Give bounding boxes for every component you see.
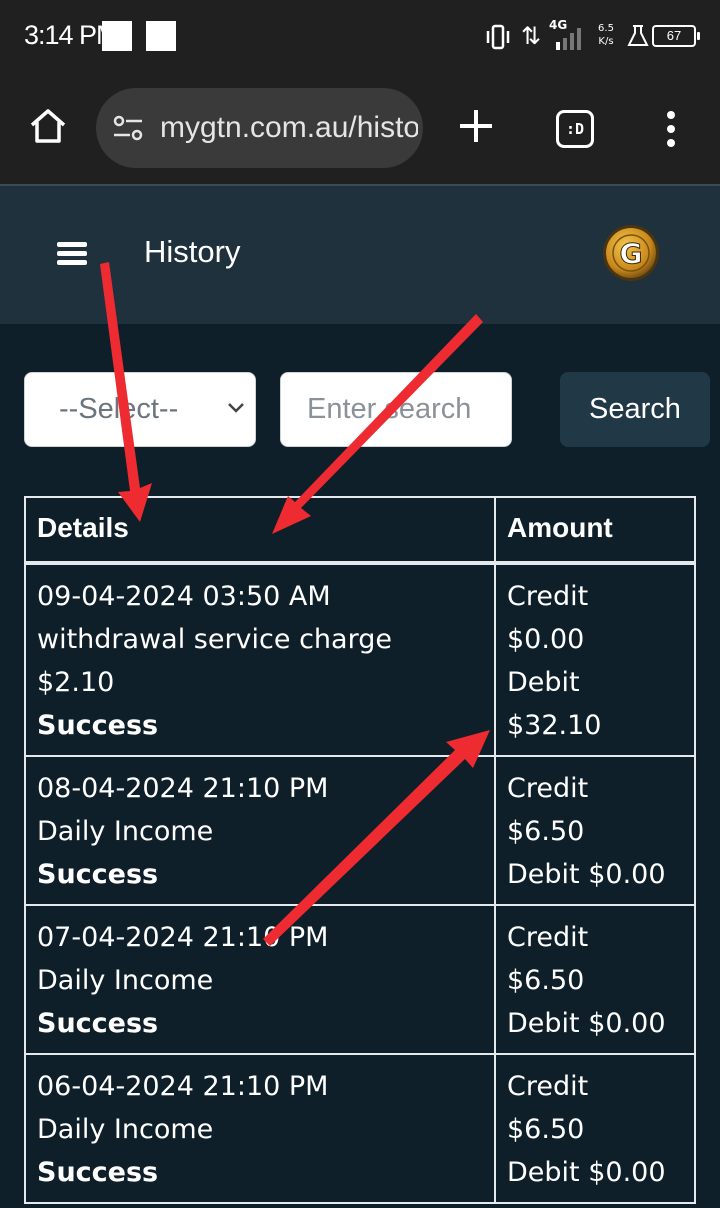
transaction-status: Success — [37, 859, 159, 890]
amount-line: $32.10 — [507, 710, 602, 741]
amount-line: Credit — [507, 773, 589, 804]
transaction-description: Daily Income — [37, 1114, 214, 1145]
url-text[interactable]: mygtn.com.au/history — [160, 111, 418, 145]
svg-text:G: G — [620, 237, 643, 270]
amount-line: $0.00 — [507, 624, 585, 655]
transaction-status: Success — [37, 710, 159, 741]
site-settings-icon[interactable] — [112, 114, 144, 142]
transaction-datetime: 08-04-2024 21:10 PM — [37, 773, 329, 804]
amount-line: $6.50 — [507, 1114, 585, 1145]
amount-cell: Credit $0.00 Debit $32.10 — [494, 562, 696, 757]
transaction-status: Success — [37, 1008, 159, 1039]
transaction-description: withdrawal service charge — [37, 624, 392, 655]
amount-line: $6.50 — [507, 965, 585, 996]
transaction-description: Daily Income — [37, 965, 214, 996]
transaction-datetime: 09-04-2024 03:50 AM — [37, 581, 331, 612]
status-bar: 3:14 PM ⇅ 4G 6.5 K/s 67 — [0, 0, 720, 76]
transaction-status: Success — [37, 1157, 159, 1188]
amount-line: Debit $0.00 — [507, 859, 666, 890]
table-row: 08-04-2024 21:10 PM Daily Income Success… — [24, 755, 696, 906]
transaction-extra: $2.10 — [37, 667, 115, 698]
page-title: History — [144, 234, 241, 269]
transaction-description: Daily Income — [37, 816, 214, 847]
amount-cell: Credit $6.50 Debit $0.00 — [494, 1053, 696, 1204]
table-row: 07-04-2024 21:10 PM Daily Income Success… — [24, 904, 696, 1055]
signal-icon — [556, 28, 581, 50]
table-row: 09-04-2024 03:50 AM withdrawal service c… — [24, 562, 696, 757]
notification-icon — [102, 21, 132, 51]
select-value: --Select-- — [59, 393, 179, 425]
amount-cell: Credit $6.50 Debit $0.00 — [494, 904, 696, 1055]
tab-switcher-button[interactable]: :D — [556, 110, 594, 148]
new-tab-icon[interactable] — [456, 106, 496, 146]
amount-line: Credit — [507, 581, 589, 612]
flask-icon — [627, 25, 649, 46]
data-transfer-icon: ⇅ — [521, 22, 542, 50]
type-select[interactable]: --Select-- — [24, 372, 256, 447]
net-speed: 6.5 K/s — [598, 23, 614, 47]
amount-line: Debit — [507, 667, 580, 698]
hamburger-menu-icon[interactable] — [57, 242, 87, 266]
notification-icon — [146, 21, 176, 51]
amount-line: Credit — [507, 1071, 589, 1102]
details-cell: 08-04-2024 21:10 PM Daily Income Success — [24, 755, 496, 906]
details-cell: 09-04-2024 03:50 AM withdrawal service c… — [24, 562, 496, 757]
transaction-datetime: 07-04-2024 21:10 PM — [37, 922, 329, 953]
column-header-amount: Amount — [494, 496, 696, 564]
details-cell: 06-04-2024 21:10 PM Daily Income Success — [24, 1053, 496, 1204]
search-input[interactable] — [280, 372, 512, 447]
chevron-down-icon — [228, 403, 244, 413]
column-header-details: Details — [24, 496, 496, 564]
amount-cell: Credit $6.50 Debit $0.00 — [494, 755, 696, 906]
transaction-datetime: 06-04-2024 21:10 PM — [37, 1071, 329, 1102]
history-table: Details Amount 09-04-2024 03:50 AM withd… — [24, 496, 696, 1204]
details-cell: 07-04-2024 21:10 PM Daily Income Success — [24, 904, 496, 1055]
amount-line: Credit — [507, 922, 589, 953]
brand-logo[interactable]: G — [602, 224, 660, 282]
table-header-row: Details Amount — [24, 496, 696, 564]
table-row: 06-04-2024 21:10 PM Daily Income Success… — [24, 1053, 696, 1204]
amount-line: $6.50 — [507, 816, 585, 847]
vibrate-icon — [486, 24, 510, 50]
battery-icon: 67 — [652, 25, 700, 47]
home-icon[interactable] — [28, 106, 68, 146]
amount-line: Debit $0.00 — [507, 1008, 666, 1039]
search-button[interactable]: Search — [560, 372, 710, 447]
amount-line: Debit $0.00 — [507, 1157, 666, 1188]
more-options-icon[interactable] — [662, 110, 680, 150]
